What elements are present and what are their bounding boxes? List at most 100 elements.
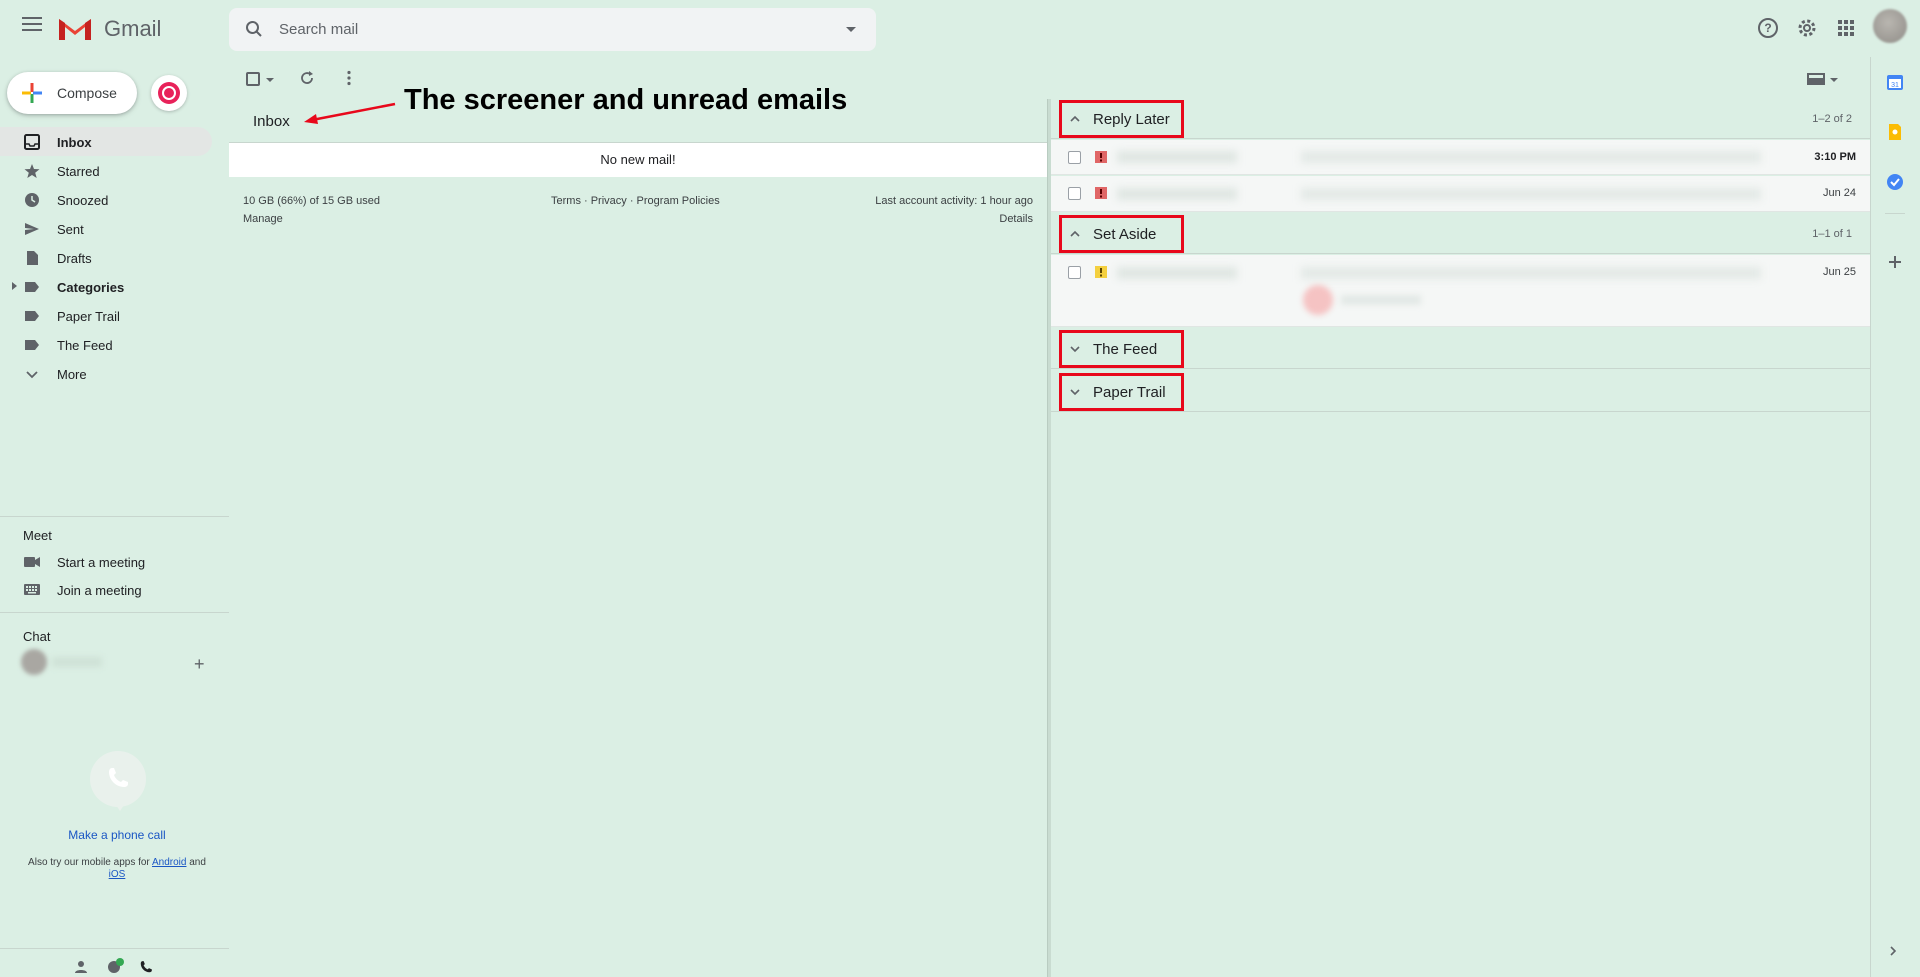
menu-icon[interactable] bbox=[22, 17, 42, 31]
chat-heading: Chat bbox=[23, 629, 51, 644]
account-avatar[interactable] bbox=[1873, 9, 1907, 43]
sidebar-item-starred[interactable]: Starred bbox=[0, 156, 229, 185]
attachment-chip[interactable] bbox=[1303, 285, 1333, 315]
sidebar-item-drafts[interactable]: Drafts bbox=[0, 243, 229, 272]
split-pane-options-icon[interactable] bbox=[1830, 78, 1838, 82]
email-checkbox[interactable] bbox=[1068, 151, 1081, 164]
section-count: 1–2 of 2 bbox=[1812, 113, 1852, 125]
sidebar-item-more[interactable]: More bbox=[0, 359, 229, 388]
add-addon-icon[interactable] bbox=[1886, 253, 1904, 271]
email-row[interactable]: 3:10 PM bbox=[1051, 140, 1870, 175]
keyboard-icon bbox=[24, 584, 40, 595]
join-meeting-link[interactable]: Join a meeting bbox=[0, 576, 229, 604]
chat-user-avatar[interactable] bbox=[21, 649, 47, 675]
email-subject bbox=[1301, 267, 1761, 279]
mobile-note-and: and bbox=[189, 857, 206, 868]
email-row[interactable]: Jun 25 bbox=[1051, 255, 1870, 327]
sidebar-item-sent[interactable]: Sent bbox=[0, 214, 229, 243]
divider bbox=[1885, 213, 1905, 214]
apps-icon[interactable] bbox=[1835, 17, 1857, 39]
compose-button[interactable]: Compose bbox=[7, 72, 137, 114]
manage-storage-link[interactable]: Manage bbox=[243, 213, 283, 225]
help-icon[interactable]: ? bbox=[1757, 17, 1779, 39]
email-sender bbox=[1117, 188, 1237, 200]
contacts-icon[interactable] bbox=[74, 960, 88, 974]
email-date: 3:10 PM bbox=[1814, 151, 1856, 163]
nav-list: Inbox Starred Snoozed Sent Drafts Catego… bbox=[0, 127, 229, 388]
mobile-note-text: Also try our mobile apps for bbox=[28, 857, 150, 868]
split-pane-icon[interactable] bbox=[1807, 73, 1825, 85]
sidebar-item-label: Starred bbox=[57, 164, 100, 179]
star-icon bbox=[24, 164, 40, 178]
start-meeting-link[interactable]: Start a meeting bbox=[0, 548, 229, 576]
email-sender bbox=[1117, 267, 1237, 279]
search-icon[interactable] bbox=[245, 20, 263, 38]
important-red-icon[interactable] bbox=[1095, 187, 1107, 199]
compose-label: Compose bbox=[57, 85, 117, 101]
email-checkbox[interactable] bbox=[1068, 266, 1081, 279]
section-the-feed[interactable]: The Feed bbox=[1051, 329, 1870, 369]
sidebar-item-label: Categories bbox=[57, 280, 125, 295]
chevron-right-icon[interactable] bbox=[1886, 944, 1900, 958]
sidebar-item-label: Inbox bbox=[57, 135, 92, 150]
email-subject bbox=[1301, 188, 1761, 200]
section-set-aside[interactable]: Set Aside 1–1 of 1 bbox=[1051, 214, 1870, 254]
ios-link[interactable]: iOS bbox=[109, 869, 126, 880]
send-icon bbox=[25, 223, 39, 235]
search-bar[interactable] bbox=[229, 8, 876, 51]
annotation-highlight-box bbox=[1059, 215, 1184, 253]
sidebar-item-label: More bbox=[57, 367, 87, 382]
select-options-icon[interactable] bbox=[266, 78, 274, 82]
activity-details-link[interactable]: Details bbox=[999, 213, 1033, 225]
tasks-icon[interactable] bbox=[1886, 173, 1904, 191]
more-vert-icon[interactable] bbox=[340, 69, 358, 87]
android-link[interactable]: Android bbox=[152, 857, 186, 868]
sidebar-item-label: The Feed bbox=[57, 338, 113, 353]
phone-tab-icon[interactable] bbox=[139, 960, 153, 974]
settings-icon[interactable] bbox=[1796, 17, 1818, 39]
top-header: Gmail ? bbox=[0, 0, 1870, 57]
sidebar-item-categories[interactable]: Categories bbox=[0, 272, 229, 301]
important-yellow-icon[interactable] bbox=[1095, 266, 1107, 278]
email-checkbox[interactable] bbox=[1068, 187, 1081, 200]
keep-icon[interactable] bbox=[1886, 123, 1904, 141]
svg-text:?: ? bbox=[1764, 21, 1771, 35]
sidebar-item-paper-trail[interactable]: Paper Trail bbox=[0, 301, 229, 330]
phone-icon bbox=[109, 768, 128, 787]
chat-user-name[interactable] bbox=[52, 657, 102, 667]
sidebar-item-snoozed[interactable]: Snoozed bbox=[0, 185, 229, 214]
calendar-icon[interactable]: 31 bbox=[1886, 73, 1904, 91]
email-row[interactable]: Jun 24 bbox=[1051, 176, 1870, 212]
sidebar-item-label: Sent bbox=[57, 222, 84, 237]
policy-links[interactable]: Terms · Privacy · Program Policies bbox=[551, 195, 720, 207]
sidebar-item-label: Snoozed bbox=[57, 193, 109, 208]
inbox-heading[interactable]: Inbox bbox=[253, 113, 290, 130]
annotation-highlight-box bbox=[1059, 330, 1184, 368]
start-meeting-label: Start a meeting bbox=[57, 555, 146, 570]
email-subject bbox=[1301, 151, 1761, 163]
email-sender bbox=[1117, 151, 1237, 163]
hangouts-icon[interactable] bbox=[106, 958, 124, 976]
section-count: 1–1 of 1 bbox=[1812, 228, 1852, 240]
sidebar-item-inbox[interactable]: Inbox bbox=[0, 127, 212, 156]
search-input[interactable] bbox=[279, 8, 819, 51]
important-red-icon[interactable] bbox=[1095, 151, 1107, 163]
gmail-logo[interactable] bbox=[57, 15, 93, 42]
make-phone-call-link[interactable]: Make a phone call bbox=[0, 828, 234, 842]
expand-arrow-icon[interactable] bbox=[12, 282, 17, 290]
sidebar-item-the-feed[interactable]: The Feed bbox=[0, 330, 229, 359]
select-all-checkbox[interactable] bbox=[246, 72, 260, 86]
new-chat-icon[interactable]: + bbox=[194, 654, 205, 675]
section-paper-trail[interactable]: Paper Trail bbox=[1051, 372, 1870, 412]
bottom-tab-bar bbox=[0, 952, 229, 977]
empty-inbox-message: No new mail! bbox=[229, 143, 1047, 177]
search-options-icon[interactable] bbox=[846, 27, 856, 32]
sidebar-item-label: Drafts bbox=[57, 251, 92, 266]
section-reply-later[interactable]: Reply Later 1–2 of 2 bbox=[1051, 99, 1870, 139]
extension-button[interactable] bbox=[151, 75, 187, 111]
divider bbox=[0, 948, 229, 949]
refresh-icon[interactable] bbox=[298, 69, 316, 87]
divider bbox=[0, 516, 229, 517]
clock-icon bbox=[25, 193, 39, 207]
phone-bubble-tail bbox=[112, 799, 128, 811]
